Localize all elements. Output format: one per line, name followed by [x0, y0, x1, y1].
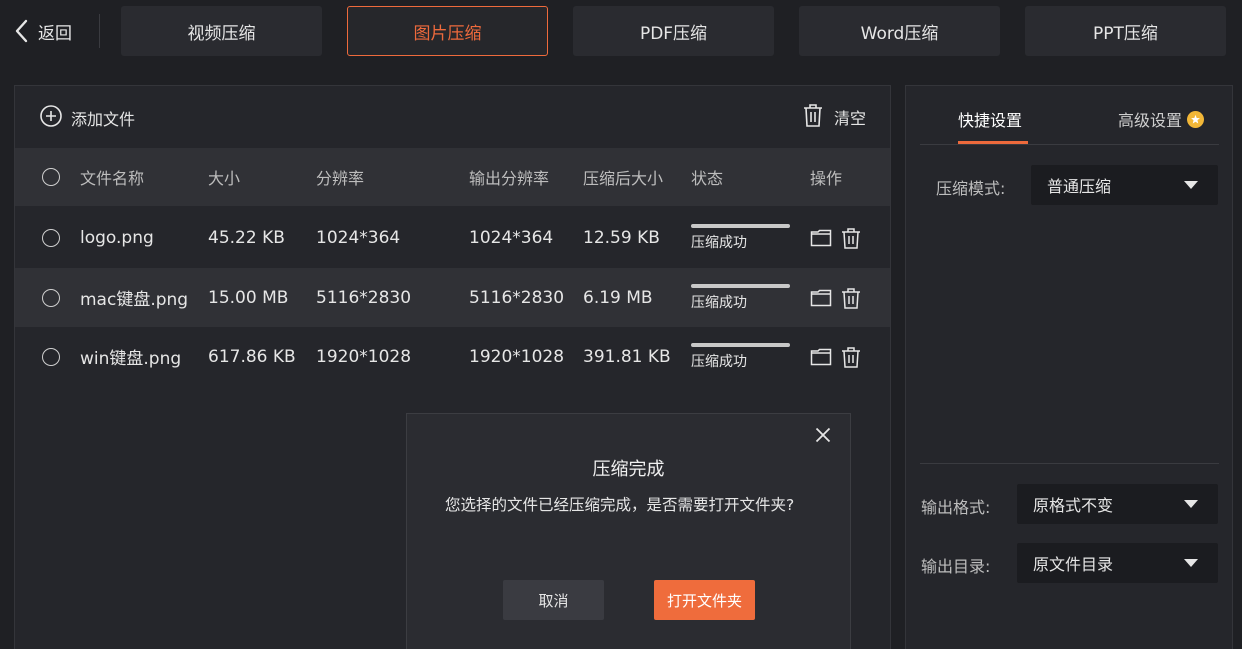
trash-icon[interactable]	[838, 344, 864, 370]
file-resolution: 1920*1028	[316, 346, 412, 367]
tab-word-compress[interactable]: Word压缩	[799, 6, 1000, 56]
folder-icon[interactable]	[808, 344, 834, 370]
tab-pdf-compress[interactable]: PDF压缩	[573, 6, 774, 56]
star-badge-icon	[1187, 110, 1205, 128]
cancel-button[interactable]: 取消	[503, 580, 604, 620]
tab-ppt-compress[interactable]: PPT压缩	[1025, 6, 1226, 56]
file-resolution: 5116*2830	[316, 287, 412, 308]
status-text: 压缩成功	[691, 294, 747, 311]
dialog-title: 压缩完成	[592, 459, 665, 480]
tab-label: 视频压缩	[187, 23, 256, 44]
status-text: 压缩成功	[691, 234, 747, 251]
select-all-radio[interactable]	[42, 148, 60, 206]
file-name: mac键盘.png	[80, 290, 189, 310]
add-file-label: 添加文件	[71, 110, 136, 129]
status-cell: 压缩成功	[691, 327, 790, 386]
row-select-radio[interactable]	[42, 327, 60, 386]
tab-quick-settings[interactable]: 快捷设置	[958, 104, 1022, 134]
trash-icon[interactable]	[838, 285, 864, 311]
table-row[interactable]: mac键盘.png 15.00 MB 5116*2830 5116*2830 6…	[15, 268, 890, 327]
clear-button[interactable]: 清空	[802, 102, 866, 132]
settings-panel: 快捷设置 高级设置 压缩模式: 普通压缩 输出格式: 原格式不变 输出目录: 原…	[905, 85, 1233, 649]
status-cell: 压缩成功	[691, 268, 790, 327]
progress-bar	[691, 342, 790, 347]
table-row[interactable]: win键盘.png 617.86 KB 1920*1028 1920*1028 …	[15, 327, 890, 386]
output-resolution: 1920*1028	[469, 346, 565, 367]
file-resolution: 1024*364	[316, 227, 401, 248]
table-row[interactable]: logo.png 45.22 KB 1024*364 1024*364 12.5…	[15, 208, 890, 267]
compressed-size: 391.81 KB	[583, 346, 671, 367]
output-dir-select[interactable]: 原文件目录	[1017, 543, 1218, 583]
row-actions	[808, 268, 864, 327]
caret-down-icon	[1184, 181, 1198, 189]
close-icon[interactable]	[812, 424, 834, 446]
trash-icon	[802, 102, 824, 132]
col-actions: 操作	[810, 169, 843, 188]
compress-mode-select[interactable]: 普通压缩	[1031, 165, 1218, 205]
compressed-size: 6.19 MB	[583, 287, 653, 308]
tab-advanced-settings[interactable]: 高级设置	[1118, 104, 1205, 134]
tab-label: 图片压缩	[413, 23, 482, 44]
select-value: 普通压缩	[1047, 177, 1112, 196]
tab-label: 高级设置	[1118, 111, 1183, 130]
folder-icon[interactable]	[808, 285, 834, 311]
table-header: 文件名称 大小 分辨率 输出分辨率 压缩后大小 状态 操作	[15, 148, 890, 206]
caret-down-icon	[1184, 559, 1198, 567]
row-select-radio[interactable]	[42, 208, 60, 267]
radio-circle	[42, 347, 60, 366]
compress-complete-dialog: 压缩完成 您选择的文件已经压缩完成，是否需要打开文件夹? 取消 打开文件夹	[406, 413, 851, 649]
dialog-message: 您选择的文件已经压缩完成，是否需要打开文件夹?	[445, 496, 795, 514]
back-label: 返回	[38, 23, 72, 44]
file-name: win键盘.png	[80, 349, 182, 369]
row-select-radio[interactable]	[42, 268, 60, 327]
col-compressed-size: 压缩后大小	[583, 169, 664, 188]
tab-video-compress[interactable]: 视频压缩	[121, 6, 322, 56]
output-dir-label: 输出目录:	[921, 557, 991, 576]
col-resolution: 分辨率	[316, 169, 365, 188]
radio-circle	[42, 168, 60, 186]
trash-icon[interactable]	[838, 225, 864, 251]
clear-label: 清空	[833, 109, 866, 128]
select-value: 原文件目录	[1033, 555, 1114, 574]
tab-label: 快捷设置	[958, 111, 1023, 130]
open-folder-button[interactable]: 打开文件夹	[654, 580, 755, 620]
output-resolution: 1024*364	[469, 227, 554, 248]
tabs-divider	[920, 144, 1219, 145]
plus-circle-icon	[39, 104, 63, 132]
settings-divider	[920, 463, 1219, 464]
chevron-left-icon	[10, 16, 32, 46]
tab-label: Word压缩	[860, 23, 939, 44]
add-file-button[interactable]: 添加文件	[39, 104, 135, 132]
col-output-resolution: 输出分辨率	[469, 169, 550, 188]
file-size: 15.00 MB	[208, 287, 289, 308]
file-size: 617.86 KB	[208, 346, 296, 367]
output-resolution: 5116*2830	[469, 287, 565, 308]
tab-label: PPT压缩	[1093, 23, 1158, 44]
select-value: 原格式不变	[1033, 496, 1114, 515]
progress-bar	[691, 283, 790, 288]
topbar-divider	[99, 14, 100, 48]
status-text: 压缩成功	[691, 353, 747, 370]
file-name: logo.png	[80, 227, 154, 248]
folder-icon[interactable]	[808, 225, 834, 251]
tab-label: PDF压缩	[639, 23, 708, 44]
row-actions	[808, 327, 864, 386]
progress-bar	[691, 223, 790, 228]
caret-down-icon	[1184, 500, 1198, 508]
compress-mode-label: 压缩模式:	[936, 179, 1006, 198]
output-format-select[interactable]: 原格式不变	[1017, 484, 1218, 524]
file-size: 45.22 KB	[208, 227, 285, 248]
tab-image-compress[interactable]: 图片压缩	[347, 6, 548, 56]
col-size: 大小	[208, 169, 241, 188]
row-actions	[808, 208, 864, 267]
app-root: 返回 视频压缩 图片压缩 PDF压缩 Word压缩 PPT压缩 添加文件 清空 …	[0, 0, 1242, 649]
radio-circle	[42, 288, 60, 307]
col-status: 状态	[691, 169, 724, 188]
compressed-size: 12.59 KB	[583, 227, 660, 248]
col-name: 文件名称	[80, 169, 145, 188]
status-cell: 压缩成功	[691, 208, 790, 267]
radio-circle	[42, 228, 60, 247]
output-format-label: 输出格式:	[921, 498, 991, 517]
back-button[interactable]: 返回	[10, 14, 72, 48]
